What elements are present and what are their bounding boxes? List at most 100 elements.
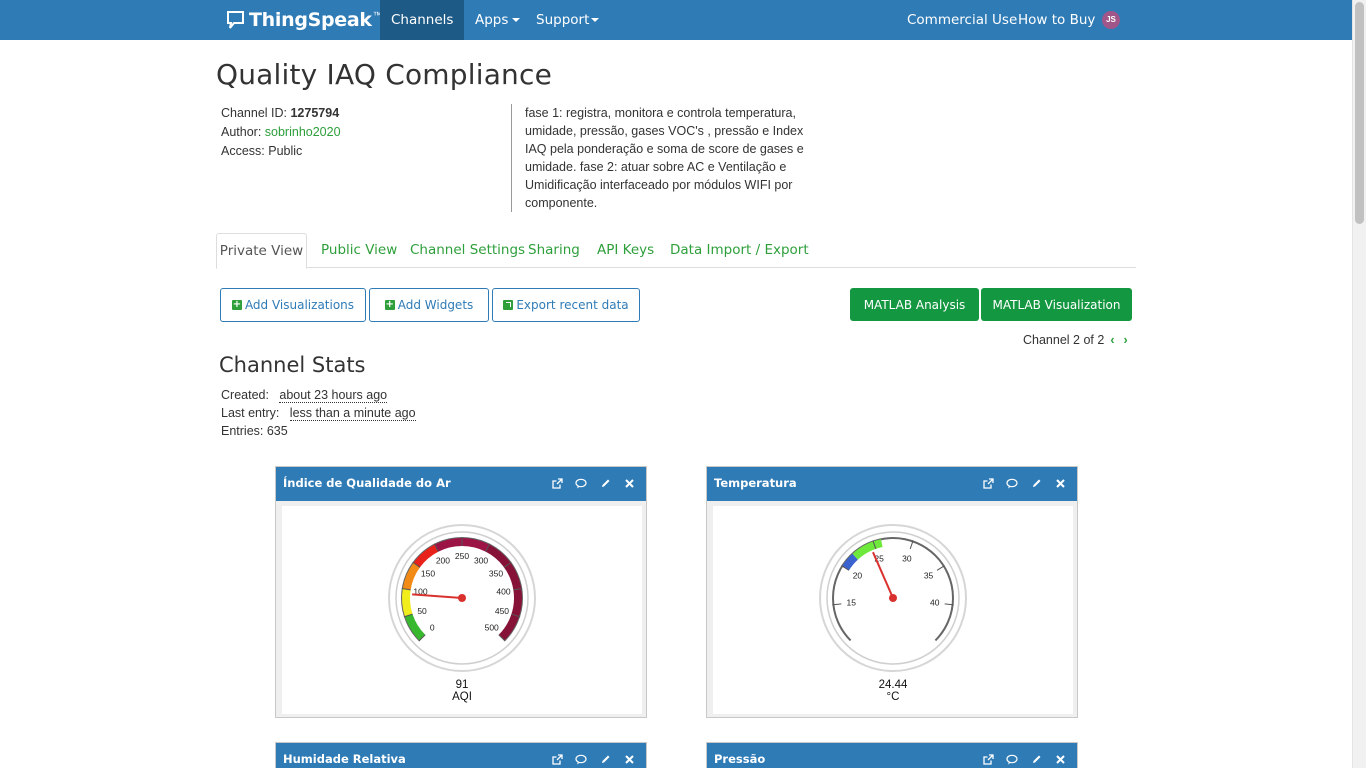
thingspeak-logo[interactable]: ThingSpeak ™ — [226, 9, 382, 31]
widget-actions — [981, 743, 1067, 768]
gauge-tick-label: 15 — [847, 598, 857, 608]
channel-access: Access: Public — [221, 144, 303, 158]
widget-actions — [550, 467, 636, 499]
widget-actions — [981, 467, 1067, 499]
nav-support-label: Support — [536, 12, 590, 28]
stat-last-entry: Last entry: less than a minute ago — [221, 406, 416, 421]
widget-pressure: Pressão — [706, 742, 1078, 768]
close-icon[interactable] — [1053, 476, 1067, 490]
pencil-icon[interactable] — [1029, 476, 1043, 490]
add-visualizations-label: Add Visualizations — [244, 298, 355, 312]
widget-humidity: Humidade Relativa — [275, 742, 647, 768]
widget-actions — [550, 743, 636, 768]
gauge-tick-label: 150 — [421, 568, 435, 578]
last-entry-label: Last entry: — [221, 406, 280, 420]
channel-author: Author: sobrinho2020 — [221, 125, 341, 139]
comment-icon[interactable] — [574, 752, 588, 766]
gauge-tick-label: 500 — [485, 623, 499, 633]
chevron-right-icon[interactable]: › — [1123, 333, 1127, 347]
nav-commercial-use[interactable]: Commercial Use — [907, 0, 1017, 40]
tab-channel-settings[interactable]: Channel Settings — [410, 233, 525, 268]
gauge-needle-pivot — [458, 594, 466, 602]
gauge-tick-label: 35 — [924, 571, 934, 581]
gauge-tick-label: 350 — [489, 568, 503, 578]
scrollbar-thumb[interactable] — [1355, 2, 1364, 224]
external-link-icon[interactable] — [550, 752, 564, 766]
matlab-visualization-button[interactable]: MATLAB Visualization — [981, 288, 1132, 321]
close-icon[interactable] — [622, 752, 636, 766]
page-scrollbar[interactable] — [1352, 0, 1366, 768]
external-link-icon[interactable] — [981, 476, 995, 490]
nav-how-to-buy[interactable]: How to Buy — [1018, 0, 1095, 40]
widget-header: Índice de Qualidade do Ar — [276, 467, 646, 501]
pager-label: Channel 2 of 2 — [1023, 333, 1105, 347]
created-label: Created: — [221, 388, 269, 402]
created-value: about 23 hours ago — [279, 388, 388, 403]
channel-stats-heading: Channel Stats — [219, 353, 366, 377]
gauge-value: 24.44 — [878, 679, 908, 691]
tab-public-view[interactable]: Public View — [321, 233, 397, 268]
nav-channels-label: Channels — [391, 12, 454, 28]
gauge-band — [402, 588, 413, 617]
external-link-icon[interactable] — [550, 476, 564, 490]
nav-support-menu[interactable]: Support — [536, 0, 600, 40]
tab-api-keys[interactable]: API Keys — [597, 233, 654, 268]
comment-icon[interactable] — [1005, 752, 1019, 766]
close-icon[interactable] — [1053, 752, 1067, 766]
gauge-tick-label: 400 — [496, 586, 510, 596]
add-visualizations-button[interactable]: + Add Visualizations — [220, 288, 366, 322]
channel-tabs: Private View Public View Channel Setting… — [216, 233, 1136, 269]
widget-header: Pressão — [707, 743, 1077, 768]
gauge-tick-label: 20 — [853, 571, 863, 581]
external-link-icon[interactable] — [981, 752, 995, 766]
gauge-tick-label: 40 — [930, 598, 940, 608]
pencil-icon[interactable] — [598, 476, 612, 490]
widget-title: Humidade Relativa — [283, 752, 406, 766]
widget-title: Índice de Qualidade do Ar — [283, 476, 451, 490]
brand-name: ThingSpeak — [249, 9, 372, 31]
tab-private-view[interactable]: Private View — [216, 233, 307, 269]
speech-bubble-icon — [227, 11, 244, 29]
channel-id: Channel ID: 1275794 — [221, 106, 339, 120]
gauge-tick-label: 200 — [436, 556, 450, 566]
gauge-tick-label: 0 — [430, 623, 435, 633]
tab-sharing[interactable]: Sharing — [528, 233, 580, 268]
matlab-analysis-button[interactable]: MATLAB Analysis — [850, 288, 979, 321]
widget-header: Temperatura — [707, 467, 1077, 501]
nav-apps-label: Apps — [475, 12, 509, 28]
user-avatar[interactable]: JS — [1102, 11, 1120, 29]
plus-square-icon: + — [384, 299, 395, 310]
widget-temperature: Temperatura 15 20 25 30 35 40 24.44 °C — [706, 466, 1078, 718]
widget-title: Pressão — [714, 752, 766, 766]
widget-header: Humidade Relativa — [276, 743, 646, 768]
chevron-left-icon[interactable]: ‹ — [1110, 333, 1114, 347]
gauge-unit: AQI — [452, 691, 472, 703]
nav-apps-menu[interactable]: Apps — [475, 0, 521, 40]
comment-icon[interactable] — [1005, 476, 1019, 490]
gauge-value: 91 — [455, 679, 469, 691]
author-link[interactable]: sobrinho2020 — [265, 125, 341, 139]
caret-down-icon — [512, 18, 521, 22]
channel-id-label: Channel ID: — [221, 106, 291, 120]
nav-channels-menu[interactable]: Channels — [380, 0, 464, 62]
close-icon[interactable] — [622, 476, 636, 490]
add-widgets-button[interactable]: + Add Widgets — [369, 288, 489, 322]
external-link-square-icon — [503, 300, 514, 310]
export-recent-data-button[interactable]: Export recent data — [492, 288, 640, 322]
channel-title: Quality IAQ Compliance — [216, 58, 553, 91]
author-label: Author: — [221, 125, 265, 139]
gauge-tick-label: 250 — [455, 551, 469, 561]
comment-icon[interactable] — [574, 476, 588, 490]
add-widgets-label: Add Widgets — [397, 298, 474, 312]
gauge-tick-label: 300 — [474, 556, 488, 566]
widget-aqi: Índice de Qualidade do Ar 0 50 100 150 200 25… — [275, 466, 647, 718]
pencil-icon[interactable] — [598, 752, 612, 766]
top-navbar: ThingSpeak ™ Channels Apps Support Commer… — [0, 0, 1352, 62]
pencil-icon[interactable] — [1029, 752, 1043, 766]
stat-created: Created: about 23 hours ago — [221, 388, 388, 403]
channel-id-value: 1275794 — [290, 106, 340, 120]
last-entry-value: less than a minute ago — [289, 406, 416, 421]
plus-square-icon: + — [231, 299, 242, 310]
widget-body: 0 50 100 150 200 250 300 350 400 450 500 91 AQI — [282, 506, 642, 714]
tab-data-import-export[interactable]: Data Import / Export — [670, 233, 809, 268]
